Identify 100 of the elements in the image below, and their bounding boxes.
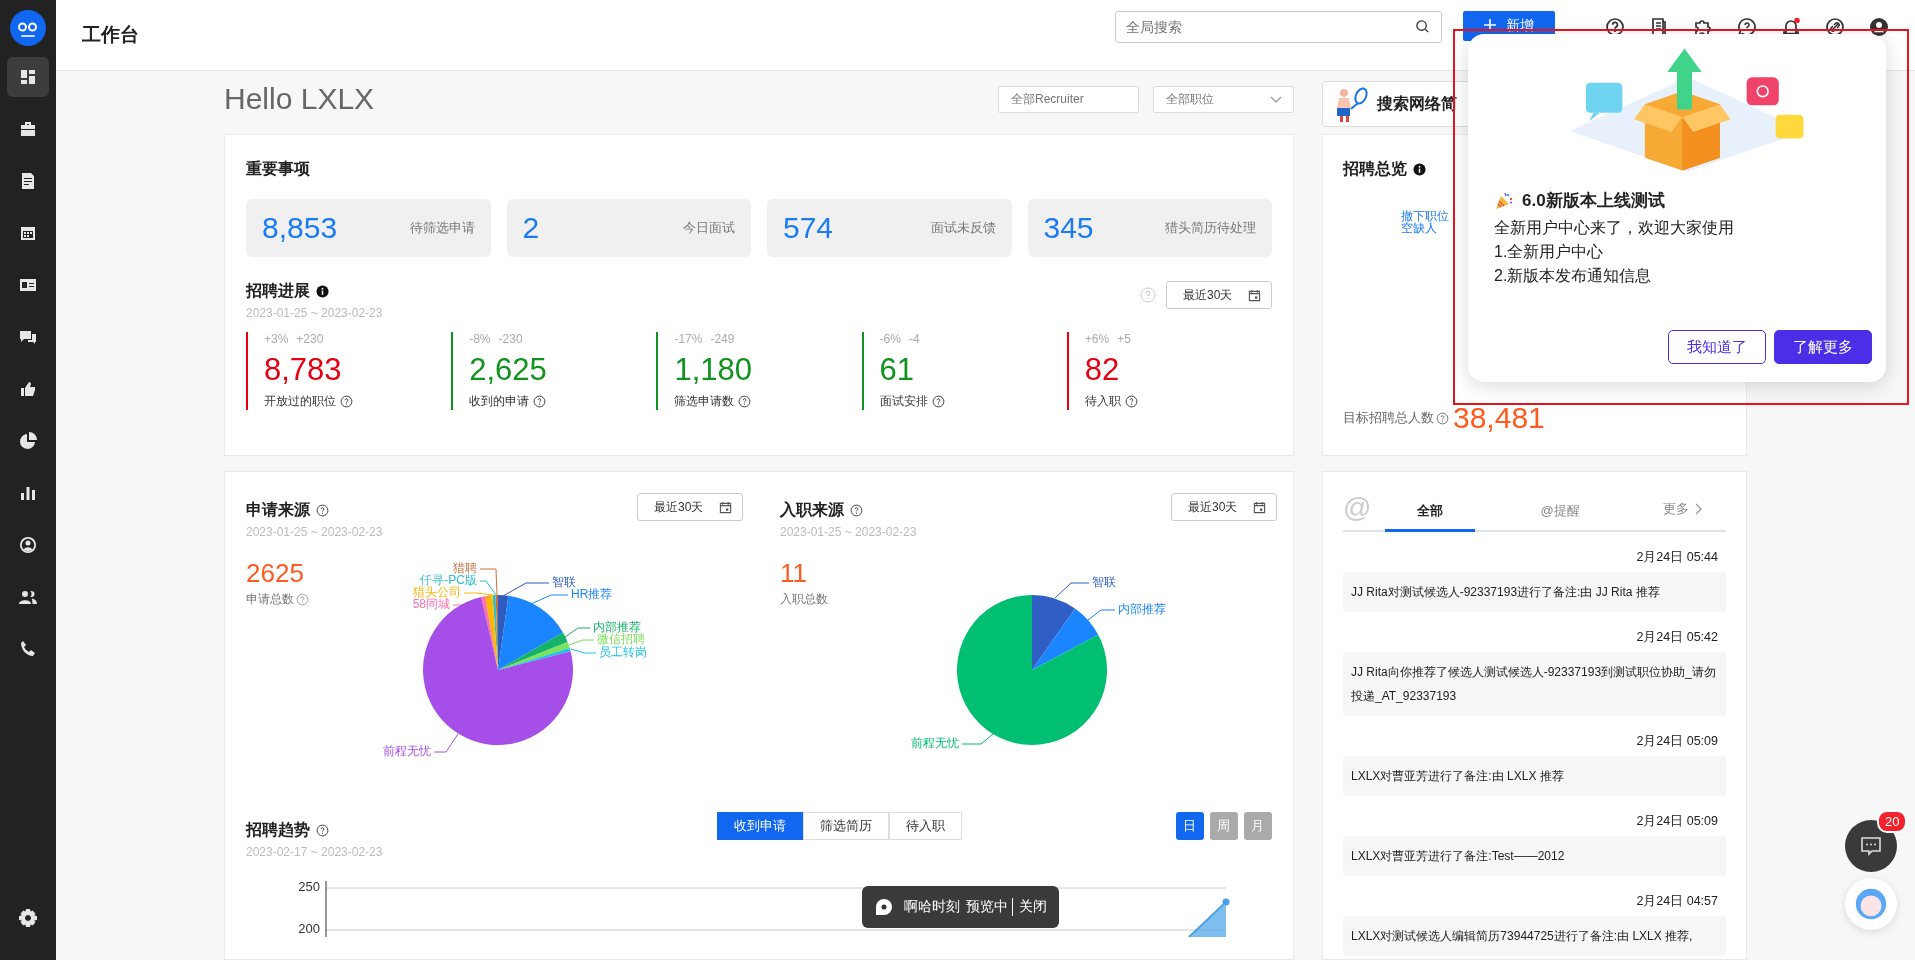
y-axis — [325, 880, 327, 937]
puzzle-icon[interactable] — [1693, 17, 1713, 37]
position-select[interactable]: 全部职位 — [1153, 85, 1294, 113]
date-range: 2023-01-25 ~ 2023-02-23 — [246, 525, 383, 539]
activity-message: LXLX对曹亚芳进行了备注:Test——2012 — [1343, 836, 1726, 876]
slice-label: 前程无忧 — [911, 736, 959, 751]
change-percent: +3% — [264, 332, 289, 346]
sidebar-item[interactable] — [7, 57, 49, 97]
metric-label: 面试安排 — [879, 393, 928, 410]
leader-line — [570, 648, 597, 654]
grid-icon — [18, 67, 38, 87]
feed-tab[interactable]: @提醒 — [1515, 492, 1605, 532]
change-percent: +6% — [1084, 332, 1110, 346]
date-picker[interactable]: 最近30天 — [1166, 281, 1272, 309]
greeting: Hello LXLX — [224, 82, 375, 116]
feed-tab[interactable]: 全部 — [1385, 492, 1475, 532]
change-percent: -6% — [879, 332, 901, 346]
slice-label: 前程无忧 — [383, 744, 431, 759]
learn-more-button[interactable]: 了解更多 — [1774, 330, 1872, 364]
dismiss-button[interactable]: 我知道了 — [1668, 330, 1766, 364]
section-title: 招聘趋势 — [246, 820, 310, 840]
slice-label: 员工转岗 — [599, 645, 647, 660]
chevron-right-icon — [1695, 503, 1702, 515]
help-icon[interactable] — [1124, 395, 1138, 408]
calendar-icon — [1248, 288, 1261, 302]
target-value: 38,481 — [1453, 401, 1545, 435]
metric-value: 82 — [1084, 354, 1121, 385]
help-icon[interactable] — [316, 824, 329, 837]
person-icon — [18, 535, 38, 555]
recruiter-filter[interactable]: 全部Recruiter — [998, 85, 1139, 113]
help-icon[interactable] — [1605, 17, 1625, 37]
activity-message: JJ Rita向你推荐了候选人测试候选人-92337193到测试职位协助_请勿投递_AT_92337193 — [1343, 652, 1726, 716]
slice-label: 猎聘 — [453, 561, 477, 576]
at-sign-icon: @ — [1343, 492, 1385, 530]
link-icon[interactable] — [1825, 17, 1845, 37]
timestamp: 2月24日 05:09 — [1636, 813, 1718, 830]
help-icon[interactable] — [533, 395, 547, 408]
message-icon — [1859, 834, 1883, 858]
briefcase-icon — [18, 119, 38, 139]
date-picker[interactable]: 最近30天 — [1171, 493, 1277, 521]
change-count: -249 — [710, 332, 735, 346]
total-label: 申请总数 — [246, 591, 294, 608]
slice-label: 智联 — [552, 575, 576, 590]
stat-value: 2 — [522, 211, 541, 245]
popup-text: 全新用户中心来了，欢迎大家使用 — [1494, 218, 1735, 238]
segment-tab[interactable]: 收到申请 — [716, 812, 803, 840]
slice-label: 微信招聘 — [597, 632, 645, 647]
user-icon[interactable] — [1869, 17, 1889, 37]
leader-line — [961, 733, 994, 745]
settings-icon[interactable] — [18, 908, 38, 928]
search-field[interactable]: 全局搜索 — [1115, 11, 1442, 43]
help-icon[interactable] — [931, 395, 945, 408]
logo-icon — [10, 10, 46, 46]
change-percent: -17% — [674, 332, 703, 346]
date-range: 2023-01-25 ~ 2023-02-23 — [246, 306, 383, 320]
party-popper-icon — [1494, 190, 1514, 211]
stat-label: 今日面试 — [682, 219, 735, 237]
metric-label: 开放过的职位 — [264, 393, 336, 410]
granularity-button[interactable]: 日 — [1176, 812, 1204, 840]
chevron-down-icon — [1270, 95, 1282, 104]
section-title: 入职来源 — [780, 500, 844, 520]
help-icon[interactable] — [340, 395, 353, 408]
metric-value: 8,783 — [264, 354, 343, 385]
unread-badge: 20 — [1877, 810, 1908, 833]
metric-label: 收到的申请 — [469, 393, 530, 410]
activity-message: JJ Rita对测试候选人-92337193进行了备注:由 JJ Rita 推荐 — [1343, 572, 1726, 612]
help-icon[interactable] — [316, 504, 329, 517]
pie-chart-icon — [18, 431, 38, 451]
more-link[interactable]: 更多 — [1663, 500, 1702, 530]
segment-tab[interactable]: 筛选简历 — [802, 812, 889, 840]
toast-status: 预览中 — [966, 898, 1013, 916]
metric-label: 待入职 — [1084, 393, 1121, 410]
date-range: 2023-02-17 ~ 2023-02-23 — [246, 845, 383, 859]
bell-icon[interactable] — [1781, 17, 1801, 37]
stat-label: 面试未反馈 — [929, 219, 996, 237]
calendar-icon — [1253, 500, 1266, 514]
info-icon — [316, 285, 329, 298]
timestamp: 2月24日 05:09 — [1636, 733, 1718, 750]
timestamp: 2月24日 05:44 — [1636, 549, 1718, 566]
activity-message: LXLX对曹亚芳进行了备注:由 LXLX 推荐 — [1343, 756, 1726, 796]
total-label: 入职总数 — [780, 591, 828, 608]
slice-label: 内部推荐 — [1118, 602, 1166, 617]
leader-line — [530, 594, 569, 605]
section-title: 重要事项 — [246, 160, 310, 177]
stat-value: 345 — [1043, 211, 1095, 245]
area-chart-drawing — [1188, 898, 1230, 937]
leader-line — [433, 733, 459, 753]
date-picker[interactable]: 最近30天 — [637, 493, 743, 521]
document-icon[interactable] — [1649, 17, 1669, 37]
stat-label: 待筛选申请 — [408, 219, 475, 237]
close-link[interactable]: 关闭 — [1019, 898, 1047, 916]
section-title: 申请来源 — [246, 500, 310, 520]
stat-value: 8,853 — [262, 211, 339, 245]
search-icon — [1415, 19, 1430, 34]
chat-bubble-icon — [874, 897, 894, 917]
help-icon[interactable] — [850, 504, 863, 517]
help-icon[interactable] — [738, 395, 752, 408]
chat-help-icon[interactable] — [1737, 17, 1757, 37]
thumbs-up-icon — [18, 379, 38, 399]
segment-tab[interactable]: 待入职 — [888, 812, 962, 840]
